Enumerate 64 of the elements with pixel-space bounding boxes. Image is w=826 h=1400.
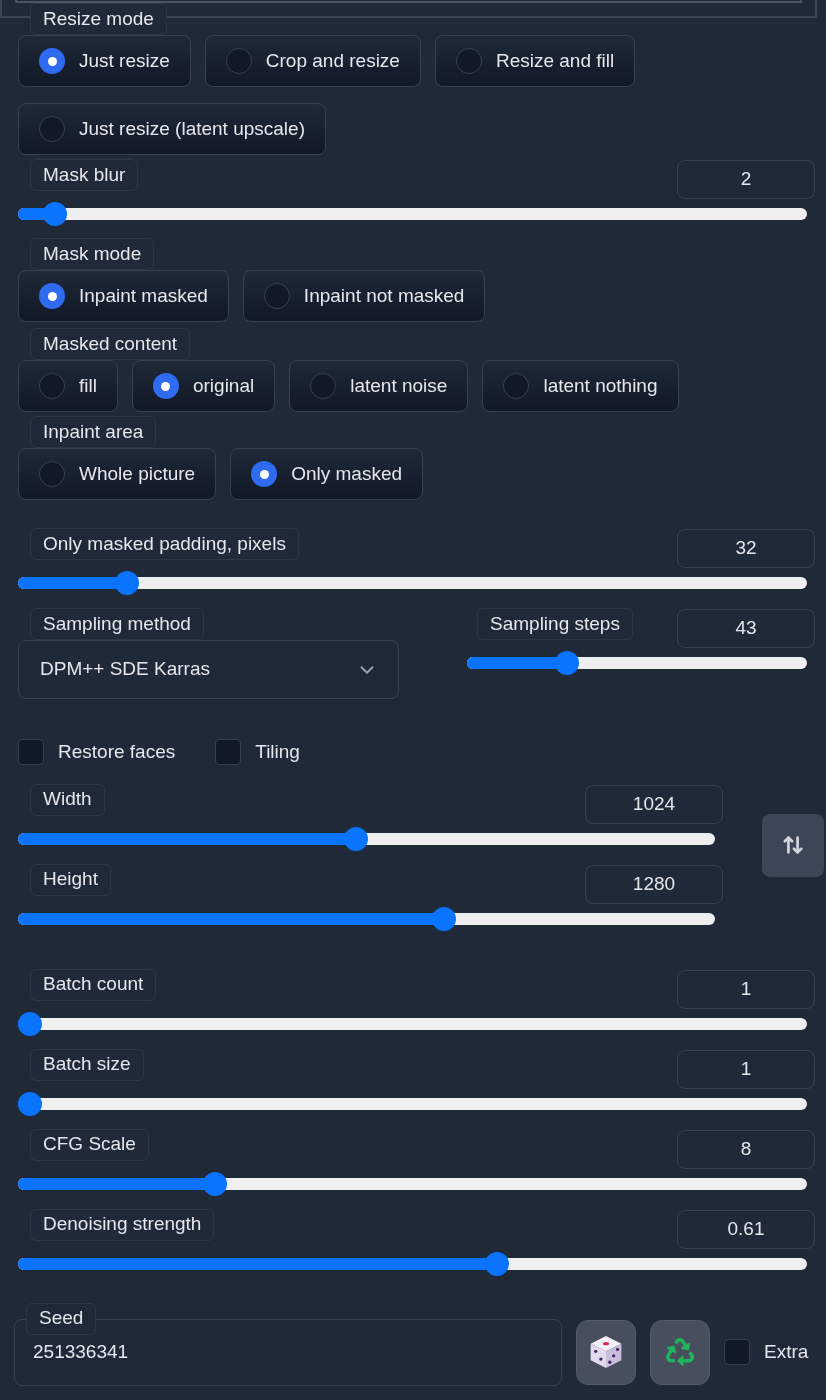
dice-icon [590, 1336, 622, 1368]
field-label: Only masked padding, pixels [30, 528, 299, 560]
swap-button[interactable] [762, 813, 824, 877]
slider-thumb[interactable] [43, 202, 68, 226]
slider-thumb[interactable] [344, 826, 369, 851]
slider[interactable] [18, 202, 807, 226]
field-label: Seed [26, 1302, 97, 1335]
slider[interactable] [18, 1251, 807, 1276]
radio-option[interactable]: Inpaint masked [18, 270, 229, 322]
number-field[interactable]: 8 [677, 1129, 815, 1169]
slider-thumb[interactable] [554, 651, 579, 675]
field-label: Sampling steps [477, 608, 633, 640]
field-label: Sampling method [30, 608, 204, 640]
slider-thumb[interactable] [484, 1251, 509, 1276]
number-field[interactable]: 1 [677, 1049, 815, 1089]
field-label: Height [30, 863, 111, 896]
arrow-up-down-icon [782, 834, 804, 856]
field-label: Resize mode [30, 3, 167, 35]
number-field[interactable]: 32 [677, 529, 815, 568]
field-label: Inpaint area [30, 416, 157, 448]
recycle-icon [666, 1338, 694, 1366]
radio-option[interactable]: latent nothing [482, 360, 679, 412]
radio-option[interactable]: Only masked [230, 448, 424, 500]
field-label: Batch count [30, 968, 157, 1001]
slider[interactable] [18, 826, 715, 851]
number-field[interactable]: 1280 [585, 864, 723, 904]
recycle-button[interactable] [650, 1319, 710, 1385]
slider-thumb[interactable] [18, 1091, 42, 1116]
slider-thumb[interactable] [18, 1011, 42, 1036]
slider-thumb[interactable] [203, 1171, 228, 1196]
number-field[interactable]: 0.61 [677, 1209, 815, 1249]
slider[interactable] [18, 1091, 807, 1116]
radio-option[interactable]: latent noise [289, 360, 469, 412]
field-label: Denoising strength [30, 1208, 215, 1241]
radio-option[interactable]: Inpaint not masked [242, 270, 486, 322]
field-label: Mask mode [30, 238, 155, 270]
field-label: CFG Scale [30, 1128, 149, 1161]
dice-button[interactable] [576, 1319, 636, 1385]
checkbox-option[interactable]: Tiling [215, 738, 300, 767]
field-label: Batch size [30, 1048, 144, 1081]
radio-option[interactable]: Whole picture [18, 448, 217, 500]
checkbox-option[interactable]: Restore faces [18, 738, 176, 767]
radio-option[interactable]: Just resize (latent upscale) [18, 103, 326, 155]
number-field[interactable]: 43 [677, 609, 815, 648]
slider[interactable] [18, 571, 807, 595]
slider[interactable] [467, 651, 807, 675]
slider-thumb[interactable] [115, 571, 140, 595]
field-label: Mask blur [30, 159, 139, 191]
field-label: Width [30, 783, 105, 816]
radio-option[interactable]: original [131, 360, 276, 412]
checkbox-option[interactable]: Extra [724, 1337, 809, 1367]
radio-option[interactable]: Resize and fill [434, 35, 636, 87]
radio-option[interactable]: Crop and resize [204, 35, 421, 87]
number-field[interactable]: 1 [677, 969, 815, 1009]
slider[interactable] [18, 1171, 807, 1196]
number-field[interactable]: 2 [677, 160, 815, 199]
number-field[interactable]: 1024 [585, 784, 723, 824]
dropdown[interactable]: DPM++ SDE Karras [18, 640, 399, 699]
slider-thumb[interactable] [431, 906, 456, 931]
slider[interactable] [18, 1011, 807, 1036]
field-label: Masked content [30, 328, 191, 360]
radio-option[interactable]: Just resize [18, 35, 191, 87]
radio-option[interactable]: fill [18, 360, 118, 412]
slider[interactable] [18, 906, 715, 931]
